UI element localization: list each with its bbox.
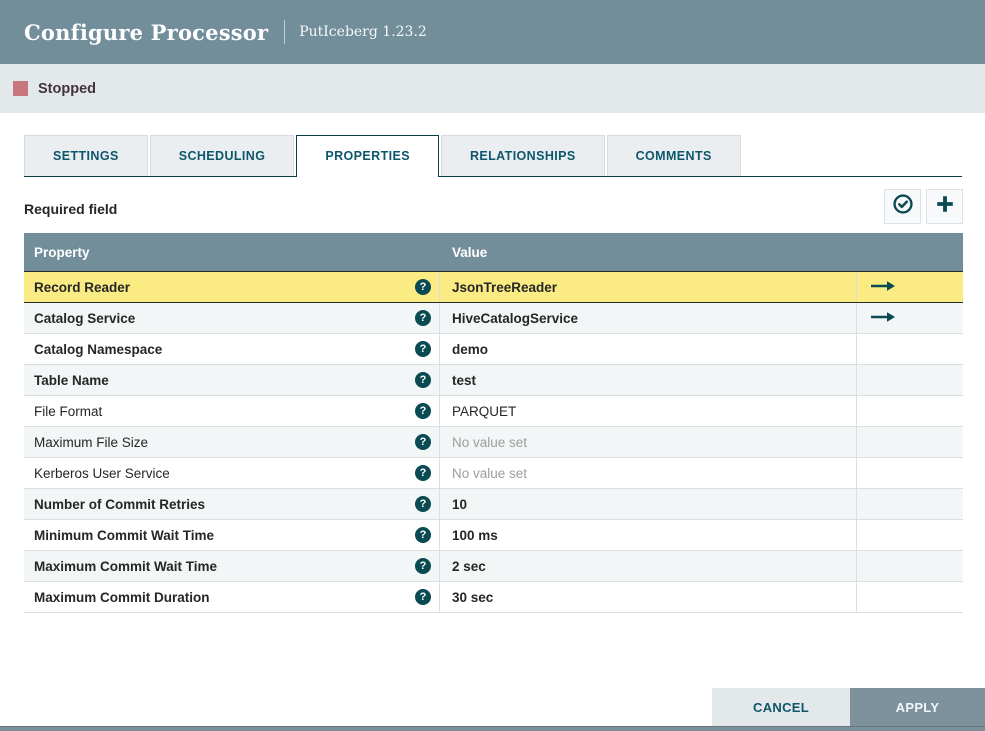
tab-relationships[interactable]: RELATIONSHIPS bbox=[440, 135, 605, 176]
table-row[interactable]: Catalog Namespace ? demo bbox=[24, 334, 963, 365]
dialog-header: Configure Processor PutIceberg 1.23.2 bbox=[0, 0, 985, 64]
help-icon[interactable]: ? bbox=[415, 527, 431, 543]
table-row[interactable]: File Format ? PARQUET bbox=[24, 396, 963, 427]
apply-button[interactable]: APPLY bbox=[850, 688, 985, 727]
property-value: No value set bbox=[452, 465, 528, 481]
table-row[interactable]: Table Name ? test bbox=[24, 365, 963, 396]
table-row[interactable]: Catalog Service ? HiveCatalogService bbox=[24, 303, 963, 334]
cancel-button[interactable]: CANCEL bbox=[712, 688, 850, 727]
properties-toolbar bbox=[884, 189, 963, 224]
table-row[interactable]: Maximum File Size ? No value set bbox=[24, 427, 963, 458]
table-row[interactable]: Maximum Commit Wait Time ? 2 sec bbox=[24, 551, 963, 582]
table-header-row: Property Value bbox=[24, 233, 963, 271]
table-row[interactable]: Record Reader ? JsonTreeReader bbox=[24, 271, 963, 303]
tab-comments[interactable]: COMMENTS bbox=[606, 135, 741, 176]
help-icon[interactable]: ? bbox=[415, 372, 431, 388]
title-separator bbox=[284, 20, 286, 44]
property-name: Table Name bbox=[34, 372, 109, 388]
tab-bar: SETTINGS SCHEDULING PROPERTIES RELATIONS… bbox=[24, 135, 962, 177]
tab-settings[interactable]: SETTINGS bbox=[24, 135, 148, 176]
processor-name: PutIceberg 1.23.2 bbox=[299, 24, 427, 40]
property-value: test bbox=[452, 372, 477, 388]
property-name: File Format bbox=[34, 403, 103, 419]
property-name: Record Reader bbox=[34, 279, 131, 295]
help-icon[interactable]: ? bbox=[415, 434, 431, 450]
required-field-label: Required field bbox=[24, 201, 118, 217]
property-name: Number of Commit Retries bbox=[34, 496, 206, 512]
tab-properties[interactable]: PROPERTIES bbox=[296, 135, 439, 177]
help-icon[interactable]: ? bbox=[415, 589, 431, 605]
property-name: Minimum Commit Wait Time bbox=[34, 527, 215, 543]
property-value: 30 sec bbox=[452, 589, 494, 605]
table-body: Record Reader ? JsonTreeReader Catalog S… bbox=[24, 271, 963, 613]
tab-scheduling[interactable]: SCHEDULING bbox=[149, 135, 295, 176]
configure-processor-dialog: Configure Processor PutIceberg 1.23.2 St… bbox=[0, 0, 985, 731]
help-icon[interactable]: ? bbox=[415, 341, 431, 357]
value-column-header: Value bbox=[452, 244, 488, 260]
add-property-button[interactable] bbox=[926, 189, 963, 224]
property-name: Maximum Commit Duration bbox=[34, 589, 210, 605]
property-value: HiveCatalogService bbox=[452, 310, 579, 326]
stopped-status-icon bbox=[13, 81, 28, 96]
goto-service-icon[interactable] bbox=[870, 311, 896, 326]
tab-label: PROPERTIES bbox=[325, 149, 410, 163]
table-row[interactable]: Minimum Commit Wait Time ? 100 ms bbox=[24, 520, 963, 551]
help-icon[interactable]: ? bbox=[415, 310, 431, 326]
dialog-title: Configure Processor bbox=[24, 19, 269, 45]
table-row[interactable]: Number of Commit Retries ? 10 bbox=[24, 489, 963, 520]
tab-label: COMMENTS bbox=[635, 149, 712, 163]
property-value: JsonTreeReader bbox=[452, 279, 558, 295]
property-column-header: Property bbox=[34, 244, 90, 260]
property-name: Kerberos User Service bbox=[34, 465, 170, 481]
property-name: Maximum File Size bbox=[34, 434, 149, 450]
status-bar: Stopped bbox=[0, 64, 985, 113]
property-value: demo bbox=[452, 341, 489, 357]
help-icon[interactable]: ? bbox=[415, 279, 431, 295]
property-value: 100 ms bbox=[452, 527, 498, 543]
property-value: 10 bbox=[452, 496, 468, 512]
tab-label: RELATIONSHIPS bbox=[469, 149, 576, 163]
page-bottom-edge bbox=[0, 726, 985, 731]
property-name: Maximum Commit Wait Time bbox=[34, 558, 218, 574]
help-icon[interactable]: ? bbox=[415, 403, 431, 419]
property-value: 2 sec bbox=[452, 558, 486, 574]
property-name: Catalog Namespace bbox=[34, 341, 163, 357]
help-icon[interactable]: ? bbox=[415, 558, 431, 574]
goto-service-icon[interactable] bbox=[870, 280, 896, 295]
tab-label: SCHEDULING bbox=[178, 149, 266, 163]
verify-properties-button[interactable] bbox=[884, 189, 921, 224]
property-value: No value set bbox=[452, 434, 528, 450]
table-row[interactable]: Kerberos User Service ? No value set bbox=[24, 458, 963, 489]
tab-label: SETTINGS bbox=[53, 149, 119, 163]
property-value: PARQUET bbox=[452, 403, 517, 419]
status-label: Stopped bbox=[38, 80, 96, 97]
check-circle-icon bbox=[892, 193, 914, 220]
table-row[interactable]: Maximum Commit Duration ? 30 sec bbox=[24, 582, 963, 613]
plus-icon bbox=[934, 193, 956, 220]
help-icon[interactable]: ? bbox=[415, 496, 431, 512]
properties-table: Property Value Record Reader ? JsonTreeR… bbox=[24, 233, 963, 613]
property-name: Catalog Service bbox=[34, 310, 136, 326]
help-icon[interactable]: ? bbox=[415, 465, 431, 481]
